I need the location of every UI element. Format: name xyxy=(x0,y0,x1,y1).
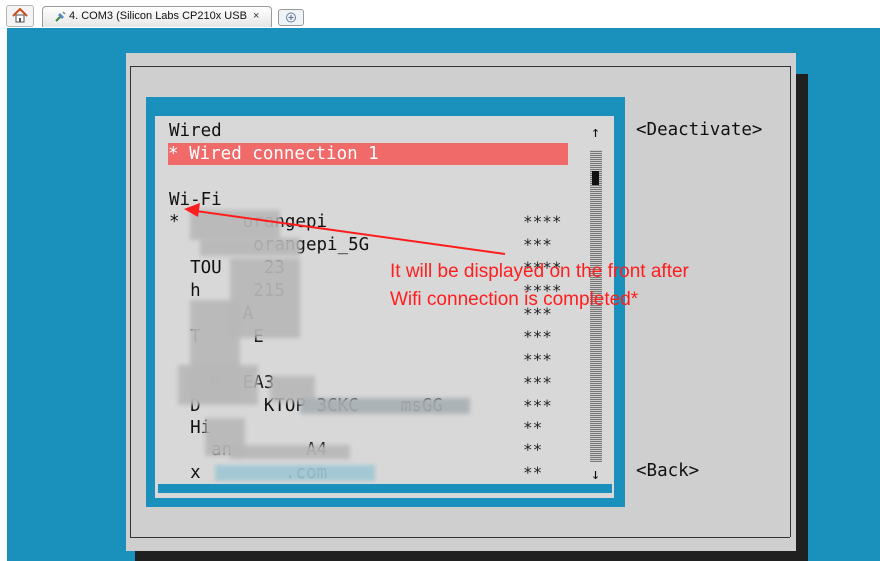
annotation-text-line2: Wifi connection is completed* xyxy=(390,289,639,310)
annotation-text-line1: It will be displayed on the front after xyxy=(390,261,689,282)
